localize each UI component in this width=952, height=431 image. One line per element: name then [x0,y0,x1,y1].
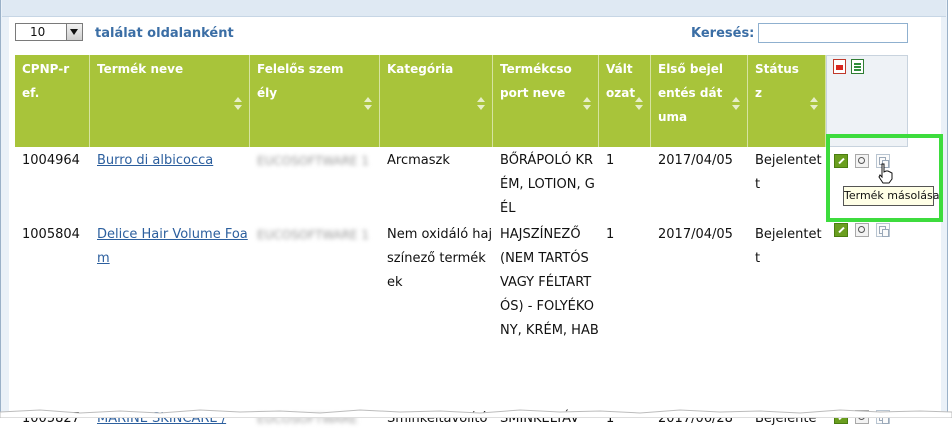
column-header-label: Termék neve [97,62,184,76]
column-header-date[interactable]: Első bejelentés dátuma [651,55,748,147]
cell-date: 2017/04/05 [658,153,733,168]
column-header-label: CPNP-ref. [22,62,70,100]
sort-icon[interactable] [635,97,644,111]
hand-cursor-icon [878,163,893,184]
column-header-label: Változat [606,62,636,100]
sort-icon[interactable] [583,97,592,111]
pdf-export-icon[interactable] [833,59,846,74]
cell-person: EUCOSOFTWARE 1 [257,154,370,168]
chevron-down-icon[interactable] [66,24,82,40]
copy-tooltip: Termék másolása [843,186,939,206]
cell-version: 1 [606,227,615,242]
sort-icon[interactable] [732,97,741,111]
column-header-label: Felelős személy [257,62,344,100]
sort-icon[interactable] [477,97,486,111]
cell-status: Bejelentett [755,153,822,192]
column-header-name[interactable]: Termék neve [90,55,250,147]
search-label: Keresés: [691,26,755,41]
cell-date: 2017/04/05 [658,227,733,242]
page-length-value: 10 [30,25,46,39]
sort-icon[interactable] [810,97,819,111]
sort-icon[interactable] [234,97,243,111]
edit-icon[interactable] [834,223,848,237]
column-header-person[interactable]: Felelős személy [250,55,380,147]
sort-icon[interactable] [364,97,373,111]
magnifier-icon[interactable] [855,223,869,237]
cell-version: 1 [606,153,615,168]
cell-group: BŐRÁPOLÓ KRÉM, LOTION, GÉL [500,153,595,216]
cell-ref: 1004964 [22,153,80,168]
search-input[interactable] [758,23,908,43]
cell-category: Arcmaszk [387,153,450,168]
copy-icon[interactable] [876,223,890,237]
excel-export-icon[interactable] [851,59,864,74]
app-frame: 10 találat oldalanként Keresés: CPNP-ref… [0,0,948,426]
column-header-label: Kategória [387,62,454,76]
product-name-link[interactable]: Delice Hair Volume Foam [97,227,248,266]
column-header-label: Első bejelentés dátuma [658,62,723,124]
table-panel: 10 találat oldalanként Keresés: CPNP-ref… [9,17,941,426]
column-header-ref[interactable]: CPNP-ref. [15,55,90,147]
product-name-link[interactable]: Burro di albicocca [97,153,213,168]
column-header-version[interactable]: Változat [599,55,651,147]
page-length-label: találat oldalanként [95,26,234,41]
torn-edge [0,409,952,418]
cell-group: HAJSZÍNEZŐ (NEM TARTÓS VAGY FÉLTARTÓS) -… [500,227,599,338]
top-bar [2,0,946,17]
cell-person: EUCOSOFTWARE 1 [257,228,370,242]
column-header-label: Termékcsoport neve [500,62,572,100]
cell-category: Nem oxidáló hajszínező termékek [387,227,493,290]
column-header-category[interactable]: Kategória [380,55,493,147]
column-header-label: Státusz [755,62,799,100]
column-header-group[interactable]: Termékcsoport neve [493,55,599,147]
column-header-status[interactable]: Státusz [748,55,826,147]
cell-status: Bejelentett [755,227,822,266]
page-length-select[interactable]: 10 [15,23,83,41]
cell-ref: 1005804 [22,227,80,242]
